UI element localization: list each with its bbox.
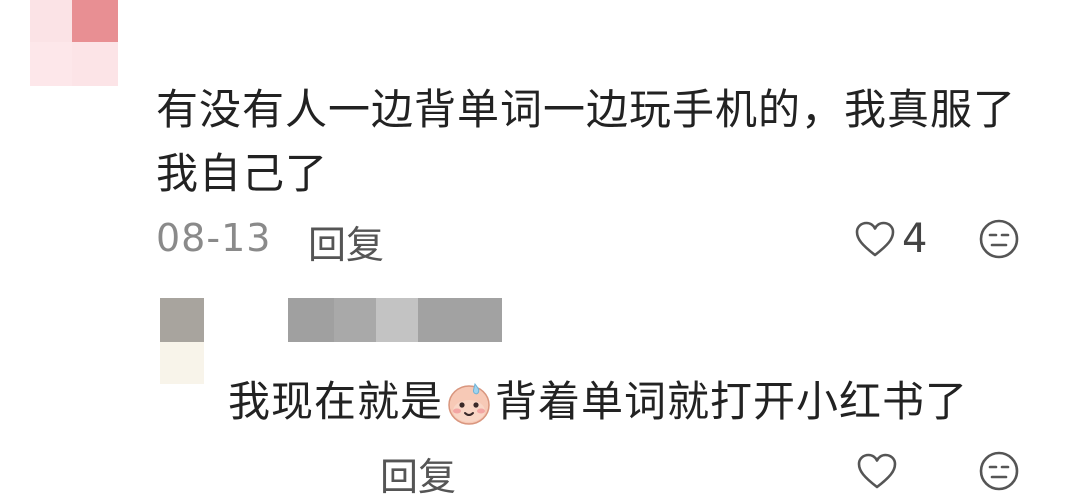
comment-date: 08-13 [156,216,272,260]
reply-text-after: 背着单词就打开小红书了 [495,377,969,426]
comment-text: 有没有人一边背单词一边玩手机的，我真服了我自己了 [156,85,1017,198]
like-count: 4 [902,216,928,262]
sweating-smile-emoji [448,382,490,425]
avatar-pixel [30,0,72,42]
username-pixel [418,298,502,342]
avatar-pixel [72,0,118,42]
neutral-face-icon[interactable] [978,450,1020,492]
avatar[interactable] [30,0,118,86]
comment-meta: 08-13 回复 4 [156,210,1036,269]
avatar-pixel [160,298,204,342]
avatar-pixel [72,42,118,86]
neutral-face-icon[interactable] [978,218,1020,260]
avatar-pixel [160,342,204,384]
like-button[interactable]: 4 [854,214,927,264]
reply-button[interactable]: 回复 [308,214,384,269]
username-pixel [334,298,376,342]
reply-username[interactable] [288,298,502,342]
reply-text-before: 我现在就是 [228,377,444,426]
username-pixel [376,298,418,342]
heart-outline-icon [855,221,895,257]
avatar-pixel [30,42,72,86]
reply-avatar[interactable] [160,298,204,384]
heart-outline-icon[interactable] [856,452,898,490]
reply-button[interactable]: 回复 [380,446,456,501]
reply-meta: 回复 [380,442,1040,501]
reply-text: 我现在就是 背着单词就打开小红书了 [228,370,968,434]
username-pixel [288,298,334,342]
